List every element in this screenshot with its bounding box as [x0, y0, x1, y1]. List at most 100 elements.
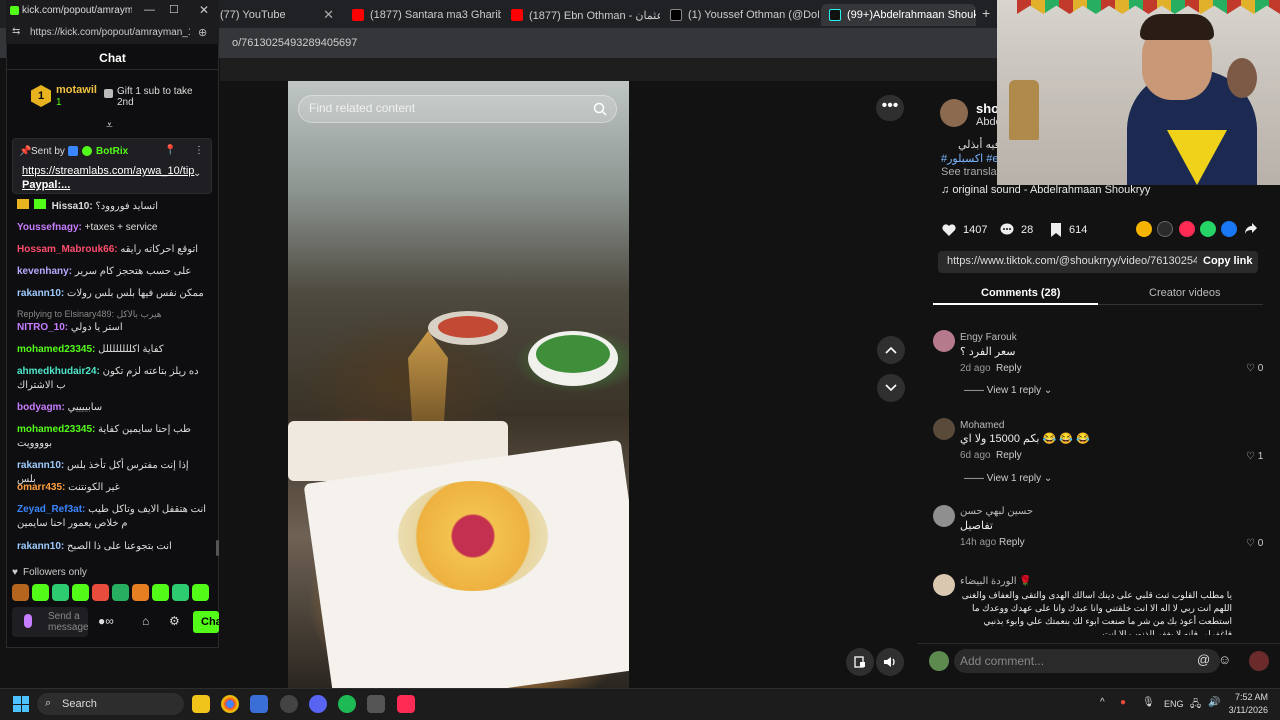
expand-chevron-icon[interactable]: ⌄	[193, 168, 201, 179]
chat-username[interactable]: rakann10:	[17, 288, 64, 299]
chat-username[interactable]: omarr435:	[17, 482, 65, 493]
reply-button[interactable]: Reply	[996, 450, 1022, 461]
microphone-icon[interactable]: 🎙	[1142, 697, 1155, 708]
close-icon[interactable]: ✕	[199, 3, 209, 17]
comment-like[interactable]: ♡ 0	[1246, 363, 1263, 374]
mic-icon[interactable]	[24, 614, 32, 628]
app-icon[interactable]	[367, 695, 385, 713]
comment-like[interactable]: ♡ 0	[1246, 538, 1263, 549]
embed-icon[interactable]	[1157, 221, 1173, 237]
emote-icon[interactable]	[192, 584, 209, 601]
chat-scrollbar[interactable]	[216, 540, 219, 556]
view-replies-button[interactable]: —— View 1 reply ⌄	[964, 385, 1052, 396]
taskbar-search[interactable]	[37, 693, 184, 715]
like-button[interactable]: 1407	[941, 222, 987, 238]
reply-button[interactable]: Reply	[996, 363, 1022, 374]
collapse-chevron-icon[interactable]: ⩡	[106, 118, 113, 133]
post-comment-button[interactable]	[1249, 651, 1269, 671]
chat-username[interactable]: Youssefnagy:	[17, 222, 82, 233]
search-icon[interactable]	[593, 102, 607, 119]
commenter-avatar[interactable]	[933, 330, 955, 352]
pinned-bot-name[interactable]: BotRix	[96, 146, 128, 157]
emote-icon[interactable]	[32, 584, 49, 601]
see-translation-link[interactable]: See translati	[941, 166, 1002, 178]
next-video-button[interactable]	[877, 374, 905, 402]
chrome-icon[interactable]	[221, 695, 239, 713]
emote-icon[interactable]	[72, 584, 89, 601]
chat-username[interactable]: mohamed23345:	[17, 424, 95, 435]
tab-comments[interactable]: Comments (28)	[981, 287, 1060, 299]
tray-app-icon[interactable]: ●	[1120, 697, 1126, 708]
chat-username[interactable]: kevenhany:	[17, 266, 72, 277]
commenter-avatar[interactable]	[933, 574, 955, 596]
copy-link-button[interactable]: Copy link	[1203, 255, 1253, 267]
maximize-icon[interactable]: ☐	[169, 3, 179, 16]
tab-x-youssef[interactable]: (1) Youssef Othman (@DoNotC ✕	[662, 4, 819, 26]
chat-username[interactable]: rakann10:	[17, 541, 64, 552]
obs-icon[interactable]	[280, 695, 298, 713]
spotify-icon[interactable]	[338, 695, 356, 713]
author-name[interactable]: sho	[976, 101, 999, 116]
tray-chevron-icon[interactable]: ^	[1100, 697, 1105, 708]
reply-button[interactable]: Reply	[999, 537, 1025, 548]
chat-send-button[interactable]: Cha	[193, 611, 219, 633]
volume-icon[interactable]: 🔊	[1208, 697, 1220, 708]
settings-icon[interactable]: ⚙	[169, 614, 180, 628]
repost-icon[interactable]	[1136, 221, 1152, 237]
commenter-avatar[interactable]	[933, 505, 955, 527]
emote-icon[interactable]	[132, 584, 149, 601]
share-arrow-icon[interactable]	[1244, 221, 1258, 238]
chat-username[interactable]: NITRO_10:	[17, 322, 68, 333]
network-icon[interactable]: 🖧	[1190, 697, 1201, 714]
commenter-name[interactable]: Engy Farouk	[960, 332, 1017, 343]
url-text[interactable]: o/7613025493289405697	[232, 37, 357, 49]
send-to-friends-icon[interactable]	[1179, 221, 1195, 237]
emote-picker-icon[interactable]: ●∞	[98, 614, 114, 628]
keyboard-language[interactable]: ENG	[1164, 699, 1184, 709]
emoji-icon[interactable]: ☺	[1218, 652, 1231, 667]
emote-icon[interactable]	[92, 584, 109, 601]
commenter-name[interactable]: Mohamed	[960, 420, 1004, 431]
chat-username[interactable]: ahmedkhudair24:	[17, 366, 100, 377]
zoom-icon[interactable]: ⊕	[198, 26, 207, 39]
chat-username[interactable]: Zeyad_Ref3at:	[17, 504, 85, 515]
chat-reply-context[interactable]: Replying to Elsinary489: هيرب بالاكل	[17, 307, 207, 321]
chat-username[interactable]: mohamed23345:	[17, 344, 95, 355]
discord-icon[interactable]	[309, 695, 327, 713]
emote-icon[interactable]	[112, 584, 129, 601]
comment-button[interactable]: 28	[999, 222, 1033, 238]
sound-link[interactable]: ♫ original sound - Abdelrahmaan Shoukryy	[941, 184, 1150, 196]
pinned-link[interactable]: https://streamlabs.com/aywa_10/tip Paypa…	[22, 164, 194, 192]
tiktok-icon[interactable]	[397, 695, 415, 713]
emote-icon[interactable]	[52, 584, 69, 601]
tab-santara[interactable]: (1877) Santara ma3 Gharib - Yo ✕	[344, 4, 501, 26]
emote-icon[interactable]	[152, 584, 169, 601]
app-icon[interactable]	[250, 695, 268, 713]
previous-video-button[interactable]	[877, 336, 905, 364]
pinned-link-text[interactable]: https://streamlabs.com/aywa_10/tip	[22, 165, 194, 177]
start-button[interactable]	[13, 696, 29, 712]
commenter-name[interactable]: حسين لبهي حسن	[960, 506, 1033, 517]
mention-icon[interactable]: @	[1197, 652, 1210, 667]
author-avatar[interactable]	[940, 99, 968, 127]
kebab-menu-icon[interactable]: ⋮	[194, 145, 204, 156]
tab-ebn-othman[interactable]: (1877) Ebn Othman - ابن عثمان ✕	[503, 4, 660, 26]
more-options-button[interactable]: •••	[876, 95, 904, 121]
unpin-icon[interactable]: 📍	[164, 145, 176, 156]
clock-time[interactable]: 7:52 AM	[1234, 692, 1268, 702]
whatsapp-icon[interactable]	[1200, 221, 1216, 237]
pip-button[interactable]	[846, 648, 874, 676]
commenter-name[interactable]: الوردة البيضاء 🌹	[960, 576, 1032, 587]
video-player[interactable]	[288, 81, 629, 688]
close-icon[interactable]: ✕	[323, 7, 334, 23]
emote-icon[interactable]	[172, 584, 189, 601]
store-icon[interactable]: ⌂	[142, 614, 149, 628]
popup-url[interactable]: https://kick.com/popout/amrayman_10	[30, 27, 190, 38]
chat-username[interactable]: Hissa10:	[52, 201, 93, 212]
facebook-icon[interactable]	[1221, 221, 1237, 237]
file-explorer-icon[interactable]	[192, 695, 210, 713]
top-gifter-name[interactable]: motawil	[56, 84, 97, 96]
tab-youtube[interactable]: (77) YouTube ✕	[212, 4, 342, 26]
tab-creator-videos[interactable]: Creator videos	[1149, 287, 1221, 299]
new-tab-button[interactable]: +	[982, 5, 990, 21]
